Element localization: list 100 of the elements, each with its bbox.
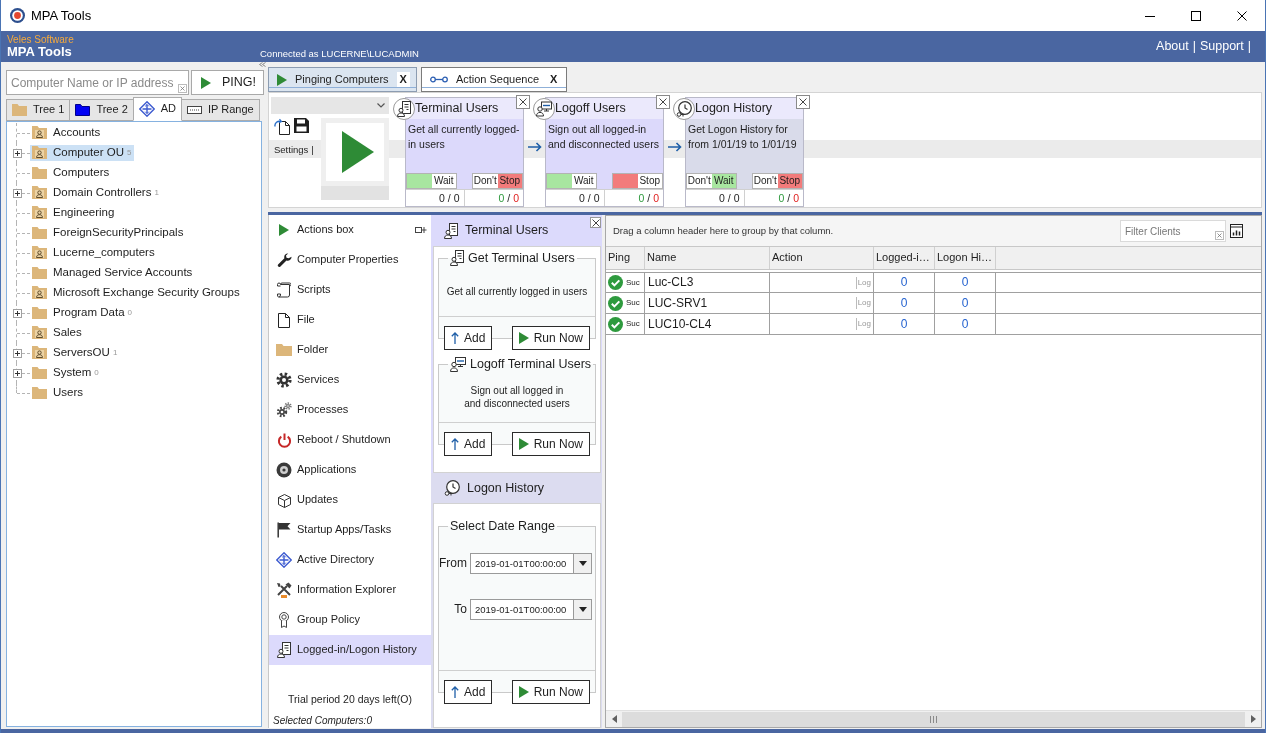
close-button[interactable] [796,95,810,109]
tree-item[interactable]: Computer OU 5 [30,145,135,161]
tree-item[interactable]: Program Data 0 [30,305,136,321]
action-item[interactable]: Active Directory [269,545,431,575]
add-button[interactable]: Add [444,326,493,350]
power-icon [276,432,292,448]
item-count: 1 [154,188,159,198]
tree-item[interactable]: Sales [30,325,85,341]
step-description: Sign out all logged-in and disconnected users [547,122,660,152]
toggle-switch[interactable]: Wait [406,173,457,189]
expand-icon[interactable] [12,148,22,158]
column-header[interactable]: Logon Hi… [935,247,996,269]
filter-field[interactable]: Filter Clients [1120,220,1226,242]
tab[interactable]: AD [132,97,183,121]
tree-item[interactable]: Users [30,385,87,401]
link-separator: | [1192,39,1196,54]
run-now-button[interactable]: Run Now [511,326,590,350]
action-item[interactable]: Startup Apps/Tasks [269,515,431,545]
date-picker[interactable]: 2019-01-01T00:00:00 [470,553,592,574]
action-item[interactable]: Updates [269,485,431,515]
toggle-switch[interactable]: Stop [612,173,663,189]
new-file-icon[interactable] [274,118,290,135]
arrow-right-icon [667,142,682,152]
close-icon [519,98,527,106]
play-icon [277,73,287,86]
diamond-icon [276,552,292,568]
column-header[interactable]: Name [645,247,770,269]
tree-item[interactable]: Managed Service Accounts [30,265,196,281]
expand-icon[interactable] [12,368,22,378]
toggle-switch[interactable]: Wait [546,173,597,189]
toggle-switch[interactable]: Don't Stop [472,173,523,189]
dropdown-button[interactable] [573,600,591,619]
action-item[interactable]: Applications [269,455,431,485]
tree-item[interactable]: Computers [30,165,113,181]
close-button[interactable] [516,95,530,109]
tab[interactable]: Action Sequence X [420,67,568,92]
ping-button[interactable]: PING! [191,70,264,95]
folder-icon [32,307,47,319]
clear-icon[interactable] [1215,231,1224,240]
search-field[interactable]: Computer Name or IP address [6,70,189,95]
run-now-button[interactable]: Run Now [511,432,590,456]
arrow-up-icon [451,438,459,450]
add-button[interactable]: Add [444,432,493,456]
run-sequence-button[interactable] [321,118,389,186]
column-header[interactable]: Logged-i… [874,247,935,269]
field-label: From [439,556,468,571]
play-icon [518,438,529,450]
tree-item[interactable]: ForeignSecurityPrincipals [30,225,187,241]
group-hint: Drag a column header here to group by that column. [613,225,834,237]
trial-notice: Trial period 20 days left(O) [287,693,413,706]
action-item[interactable]: File [269,305,431,335]
action-item[interactable]: Group Policy [269,605,431,635]
tree-item[interactable]: Engineering [30,205,118,221]
flag-icon [277,522,291,538]
ping-status: Suc [626,319,640,329]
expand-icon[interactable] [12,348,22,358]
tab-close-button[interactable]: X [396,72,410,87]
close-button[interactable] [656,95,670,109]
arrow-right-icon [1250,715,1256,723]
run-now-button[interactable]: Run Now [511,680,590,704]
action-item[interactable]: Processes [269,395,431,425]
toggle-switch[interactable]: Don't Wait [686,173,737,189]
header-link[interactable]: About [1156,39,1189,54]
disc-icon [276,462,292,478]
action-item[interactable]: Computer Properties [269,245,431,275]
table-cell: 0 [935,314,996,334]
dropdown-button[interactable] [573,554,591,573]
tree-item[interactable]: Domain Controllers 1 [30,185,162,201]
column-header[interactable]: Action [770,247,874,269]
tree-item[interactable]: Lucerne_computers [30,245,158,261]
action-item[interactable]: Scripts [269,275,431,305]
action-item[interactable]: Actions box [269,215,431,245]
toggle-switch[interactable]: Don't Stop [752,173,803,189]
close-button[interactable] [590,217,601,228]
column-header[interactable]: Ping [606,247,645,269]
tree-item[interactable]: ServersOU 1 [30,345,121,361]
add-button[interactable]: Add [444,680,493,704]
tree-item[interactable]: Microsoft Exchange Security Groups [30,285,243,301]
header-link[interactable]: Support [1199,39,1244,54]
action-item[interactable]: Services [269,365,431,395]
tab[interactable]: Tree 2 [69,99,134,121]
action-item[interactable]: Folder [269,335,431,365]
save-icon[interactable] [294,118,309,133]
tree-item[interactable]: System 0 [30,365,102,381]
tab[interactable]: Pinging Computers X [268,67,417,92]
group-title: Logoff Terminal Users [470,356,592,372]
tree-item[interactable]: Accounts [30,125,104,141]
settings-link[interactable]: Settings [274,144,309,156]
folder-icon [32,267,47,279]
expand-icon[interactable] [12,188,22,198]
clear-icon[interactable] [178,84,187,93]
tab[interactable]: IP Range [181,99,260,121]
action-item[interactable]: Information Explorer [269,575,431,605]
action-item[interactable]: Logged-in/Logon History [269,635,431,665]
expand-icon[interactable] [12,308,22,318]
action-item[interactable]: Reboot / Shutdown [269,425,431,455]
pin-icon[interactable] [415,226,427,234]
tab[interactable]: Tree 1 [6,99,71,121]
date-picker[interactable]: 2019-01-01T00:00:00 [470,599,592,620]
bar-chart-icon[interactable] [1230,224,1243,238]
